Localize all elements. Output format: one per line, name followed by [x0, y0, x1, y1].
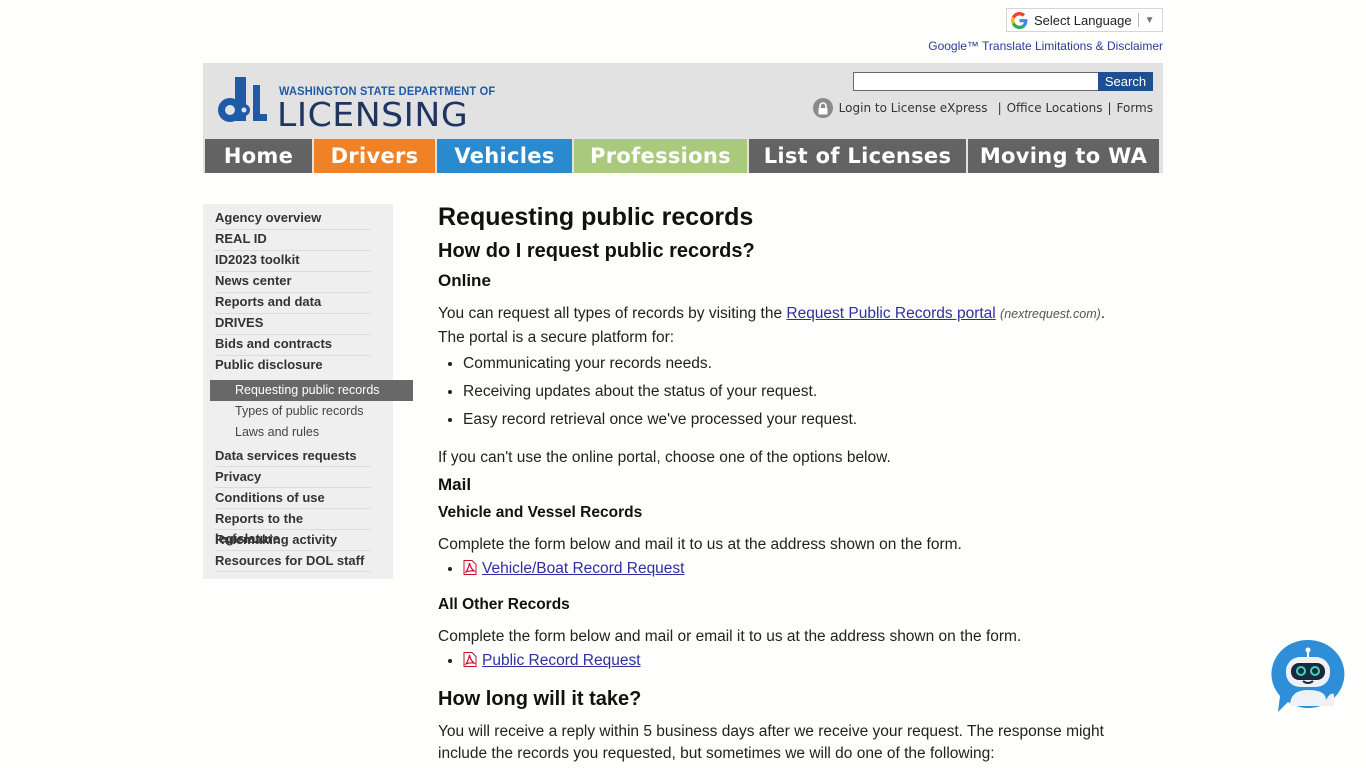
sidebar-item-drives[interactable]: DRIVES [215, 314, 371, 335]
search-input[interactable] [853, 72, 1099, 91]
sidebar-item-id2023-toolkit[interactable]: ID2023 toolkit [215, 251, 371, 272]
vehicle-boat-record-request-link[interactable]: Vehicle/Boat Record Request [482, 560, 684, 577]
section-heading-request: How do I request public records? [438, 240, 755, 262]
online-text: You can request all types of records by … [438, 305, 787, 322]
sidebar-item-rulemaking-activity[interactable]: Rulemaking activity [215, 530, 371, 551]
portal-features-list: Communicating your records needs. Receiv… [463, 350, 1138, 434]
public-record-request-link[interactable]: Public Record Request [482, 652, 641, 669]
sidebar-item-data-services-requests[interactable]: Data services requests [215, 446, 371, 467]
sidebar-item-privacy[interactable]: Privacy [215, 467, 371, 488]
utility-links: Login to License eXpress | Office Locati… [812, 98, 1153, 118]
nav-vehicles[interactable]: Vehicles [437, 139, 572, 173]
chatbot-button[interactable] [1270, 638, 1346, 714]
main-nav: Home Drivers Vehicles Professions List o… [203, 139, 1163, 173]
page-title: Requesting public records [438, 203, 754, 231]
sidebar-item-news-center[interactable]: News center [215, 272, 371, 293]
lock-icon [812, 98, 833, 118]
sidebar-item-reports-and-data[interactable]: Reports and data [215, 293, 371, 314]
divider: | [1107, 101, 1112, 115]
sidebar-item-resources-for-dol-staff[interactable]: Resources for DOL staff [215, 551, 371, 572]
portal-domain-note: (nextrequest.com) [1000, 307, 1101, 321]
nav-list-of-licenses[interactable]: List of Licenses [749, 139, 966, 173]
nav-professions[interactable]: Professions [574, 139, 747, 173]
request-portal-link[interactable]: Request Public Records portal [786, 305, 995, 322]
logo-title: LICENSING [277, 95, 469, 134]
divider: | [997, 101, 1002, 115]
chevron-down-icon: ▼ [1144, 14, 1155, 26]
list-item: Vehicle/Boat Record Request [463, 557, 1138, 581]
chatbot-robot-icon [1271, 639, 1345, 712]
sidebar-subitem-requesting-public-records[interactable]: Requesting public records [210, 380, 413, 401]
section-heading-how-long: How long will it take? [438, 688, 642, 710]
forms-link[interactable]: Forms [1117, 101, 1153, 115]
portal-description: The portal is a secure platform for: [438, 329, 675, 346]
nav-home[interactable]: Home [205, 139, 312, 173]
nav-moving-to-wa[interactable]: Moving to WA [968, 139, 1159, 173]
other-forms-list: Public Record Request [463, 649, 1138, 673]
sidebar-item-public-disclosure[interactable]: Public disclosure [215, 356, 371, 377]
pdf-icon [463, 560, 477, 575]
list-item: Communicating your records needs. [463, 350, 1138, 378]
how-long-paragraph: You will receive a reply within 5 busine… [438, 723, 1104, 762]
sidebar: Agency overview REAL ID ID2023 toolkit N… [203, 204, 413, 579]
nav-drivers[interactable]: Drivers [314, 139, 435, 173]
pdf-icon [463, 652, 477, 667]
sidebar-subitem-laws-and-rules[interactable]: Laws and rules [210, 422, 413, 443]
sidebar-item-reports-to-legislature[interactable]: Reports to the legislature [215, 509, 371, 546]
list-item: Public Record Request [463, 649, 1138, 673]
divider [1137, 13, 1139, 27]
alternative-options-text: If you can't use the online portal, choo… [438, 449, 891, 466]
list-item: Receiving updates about the status of yo… [463, 378, 1138, 406]
main-content: Requesting public records How do I reque… [438, 202, 1138, 765]
search-button[interactable]: Search [1098, 72, 1153, 91]
list-item: Easy record retrieval once we've process… [463, 406, 1138, 434]
language-select-label: Select Language [1034, 12, 1132, 28]
subheading-other-records: All Other Records [438, 596, 570, 613]
sidebar-subitem-types-of-public-records[interactable]: Types of public records [210, 401, 413, 422]
dol-logo-icon [218, 77, 267, 122]
login-license-express-link[interactable]: Login to License eXpress [839, 101, 988, 115]
translate-disclaimer-link[interactable]: Google™ Translate Limitations & Disclaim… [928, 39, 1163, 53]
language-select[interactable]: Select Language ▼ [1006, 8, 1163, 32]
google-icon [1011, 11, 1028, 29]
dol-logo[interactable]: WASHINGTON STATE DEPARTMENT OF LICENSING [217, 75, 495, 134]
sidebar-item-conditions-of-use[interactable]: Conditions of use [215, 488, 371, 509]
subheading-online: Online [438, 271, 491, 290]
vehicle-forms-list: Vehicle/Boat Record Request [463, 557, 1138, 581]
sidebar-item-real-id[interactable]: REAL ID [215, 230, 371, 251]
other-instructions: Complete the form below and mail or emai… [438, 628, 1022, 645]
vehicle-instructions: Complete the form below and mail it to u… [438, 536, 962, 553]
period: . [1100, 305, 1106, 322]
office-locations-link[interactable]: Office Locations [1007, 101, 1103, 115]
subheading-vehicle-records: Vehicle and Vessel Records [438, 504, 643, 521]
online-paragraph: You can request all types of records by … [438, 302, 1138, 326]
subheading-mail: Mail [438, 475, 472, 494]
sidebar-item-bids-and-contracts[interactable]: Bids and contracts [215, 335, 371, 356]
sidebar-item-agency-overview[interactable]: Agency overview [215, 209, 371, 230]
